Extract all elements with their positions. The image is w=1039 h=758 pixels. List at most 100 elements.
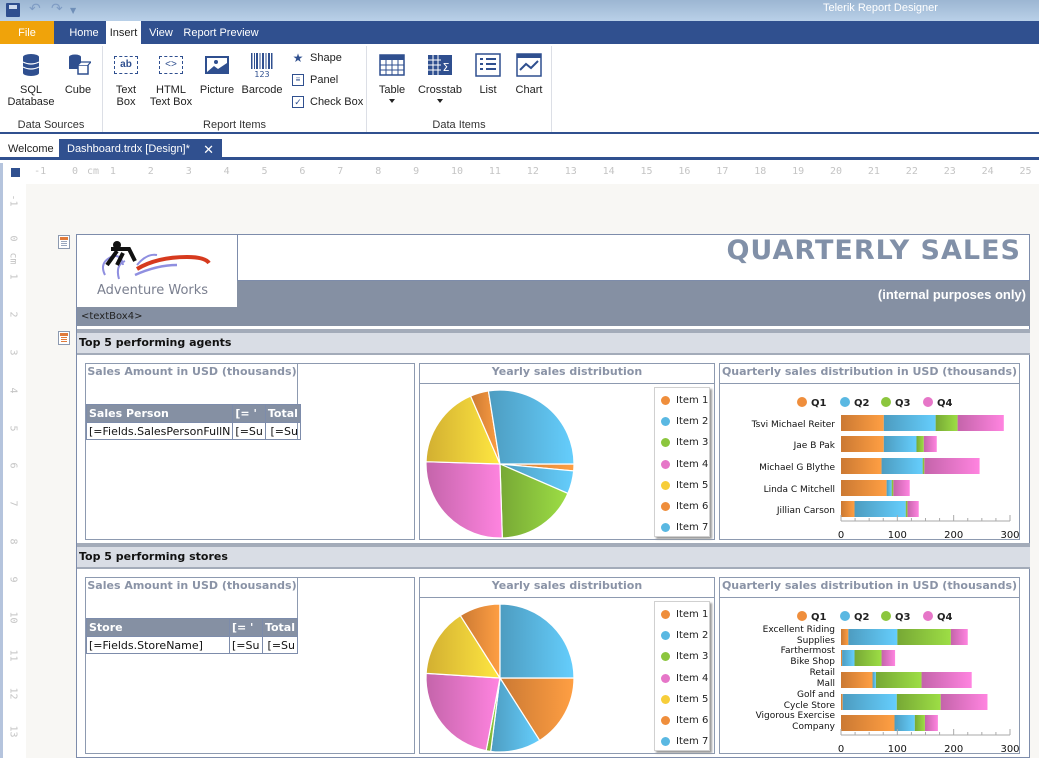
tab-report-preview[interactable]: Report Preview bbox=[181, 21, 261, 44]
x-tick-label: 200 bbox=[944, 744, 963, 754]
panel-label: Panel bbox=[310, 74, 339, 86]
legend-item: Item 6 bbox=[661, 715, 708, 726]
header-band[interactable]: (internal purposes only) bbox=[237, 281, 1030, 307]
table-cell[interactable]: [=Su bbox=[264, 422, 301, 440]
bar-segment-q3 bbox=[891, 480, 894, 496]
chevron-down-icon bbox=[389, 99, 395, 103]
tab-home[interactable]: Home bbox=[64, 21, 104, 44]
legend-marker-icon bbox=[661, 438, 670, 448]
sql-database-button[interactable]: SQL Database bbox=[6, 52, 56, 108]
doc-tab-welcome[interactable]: Welcome bbox=[8, 139, 54, 160]
table-cell[interactable]: [=Fields.StoreName] bbox=[86, 636, 230, 654]
logo-picture[interactable]: Adventure Works bbox=[77, 235, 237, 307]
col-header[interactable]: Total bbox=[264, 404, 301, 423]
save-icon[interactable] bbox=[6, 3, 20, 17]
col-header[interactable]: [= ' bbox=[228, 618, 263, 637]
customize-quick-access-icon[interactable]: ▼ bbox=[70, 6, 76, 15]
legend-marker-icon bbox=[661, 737, 670, 747]
bar-segment-q2 bbox=[881, 458, 923, 474]
cube-icon bbox=[69, 54, 91, 75]
category-label: Linda C Mitchell bbox=[764, 485, 835, 495]
category-label: Mall bbox=[817, 679, 835, 689]
html-text-box-button[interactable]: <> HTML Text Box bbox=[148, 52, 194, 108]
group-separator bbox=[551, 46, 552, 132]
ruler-tick-label: 2 bbox=[147, 166, 154, 177]
bar-plot: Q1 Q2 Q3 Q4 Excellent RidingSuppliesFartherm… bbox=[756, 611, 1020, 754]
tab-file[interactable]: File bbox=[0, 21, 54, 44]
bar-segment-q4 bbox=[907, 501, 919, 517]
tab-view[interactable]: View bbox=[145, 21, 177, 44]
bar-plot: Q1 Q2 Q3 Q4 Tsvi Michael Reiter Jae B Pak Mich… bbox=[751, 397, 1020, 540]
shape-button[interactable]: ★ Shape bbox=[292, 52, 342, 64]
legend-marker-icon bbox=[840, 397, 850, 407]
list-button[interactable]: List bbox=[472, 52, 504, 96]
store-table-panel[interactable]: Sales Amount in USD (thousands) Store [=… bbox=[85, 577, 415, 754]
table-cell[interactable]: [=Fields.SalesPersonFullN bbox=[85, 422, 234, 440]
pie-chart-agents[interactable]: Yearly sales distribution Item 1 Item 2 It… bbox=[419, 363, 715, 540]
ruler-tick-label: 14 bbox=[602, 166, 615, 177]
chart-title: Quarterly sales distribution in USD (tho… bbox=[721, 579, 1018, 592]
ruler-tick-label: 8 bbox=[375, 166, 382, 177]
store-table[interactable]: Store [= ' Total [=Fields.StoreName] [=S… bbox=[86, 618, 299, 654]
bar-chart-stores[interactable]: Quarterly sales distribution in USD (tho… bbox=[719, 577, 1020, 754]
pie-chart-stores[interactable]: Yearly sales distribution Item 1 Item 2 It… bbox=[419, 577, 715, 754]
table-cell[interactable]: [=Su bbox=[261, 636, 299, 654]
barcode-button[interactable]: 123 Barcode bbox=[240, 52, 284, 96]
detail-section-icon[interactable] bbox=[58, 331, 70, 345]
adventure-works-logo-icon bbox=[102, 241, 211, 280]
x-tick-label: 300 bbox=[1000, 744, 1019, 754]
close-icon[interactable]: ✕ bbox=[203, 139, 214, 160]
ruler-corner-icon[interactable] bbox=[11, 168, 20, 177]
legend-item: Item 1 bbox=[661, 395, 708, 406]
section-header-agents[interactable]: Top 5 performing agents bbox=[77, 329, 1030, 355]
bar-segment-q2 bbox=[894, 715, 915, 731]
textbox4[interactable]: <textBox4> bbox=[77, 307, 1030, 326]
panel-button[interactable]: ≡ Panel bbox=[292, 74, 338, 86]
legend-marker-icon bbox=[797, 611, 807, 621]
chart-button[interactable]: Chart bbox=[512, 52, 546, 96]
table-cell[interactable]: [=Su bbox=[228, 636, 263, 654]
ruler-tick-label: 13 bbox=[7, 725, 19, 738]
category-label: Supplies bbox=[797, 636, 835, 646]
redo-icon[interactable]: ↷ bbox=[51, 1, 63, 17]
sales-person-table[interactable]: Sales Person [= ' Total [=Fields.SalesPe… bbox=[85, 404, 301, 440]
x-tick-label: 100 bbox=[888, 530, 907, 540]
legend-marker-icon bbox=[661, 523, 670, 533]
bar-segment-q3 bbox=[875, 672, 922, 688]
legend-label: Item 4 bbox=[676, 458, 709, 470]
chevron-down-icon bbox=[437, 99, 443, 103]
legend-marker-icon bbox=[661, 631, 670, 641]
legend-item: Item 5 bbox=[661, 694, 708, 705]
report-title-textbox[interactable]: QUARTERLY SALES bbox=[237, 235, 1029, 281]
col-header[interactable]: Sales Person bbox=[85, 404, 234, 423]
doc-tab-dashboard[interactable]: Dashboard.trdx [Design]* ✕ bbox=[59, 139, 222, 160]
ruler-tick-label: 1 bbox=[109, 166, 116, 177]
picture-button[interactable]: Picture bbox=[198, 52, 236, 96]
col-header[interactable]: Total bbox=[261, 618, 299, 637]
section-header-stores[interactable]: Top 5 performing stores bbox=[77, 543, 1030, 569]
col-header[interactable]: Store bbox=[86, 618, 230, 637]
ruler-tick-label: 5 bbox=[261, 166, 268, 177]
cube-button[interactable]: Cube bbox=[62, 52, 94, 96]
col-header[interactable]: [= ' bbox=[232, 404, 266, 423]
crosstab-button[interactable]: Σ Crosstab bbox=[416, 52, 464, 103]
check-box-button[interactable]: ✓ Check Box bbox=[292, 96, 363, 108]
tab-insert[interactable]: Insert bbox=[106, 21, 141, 45]
sql-database-label-2: Database bbox=[7, 96, 55, 108]
text-box-button[interactable]: ab Text Box bbox=[108, 52, 144, 108]
sales-table-panel[interactable]: Sales Amount in USD (thousands) Sales Pe… bbox=[85, 363, 415, 540]
page-header-section-icon[interactable] bbox=[58, 235, 70, 249]
bar-segment-q1 bbox=[841, 436, 884, 452]
table-cell[interactable]: [=Su bbox=[232, 422, 266, 440]
legend-item: Item 1 bbox=[661, 609, 708, 620]
bar-segment-q2 bbox=[848, 629, 898, 645]
legend-marker-icon bbox=[661, 673, 670, 683]
chart-title: Yearly sales distribution bbox=[491, 365, 643, 378]
table-button[interactable]: Table bbox=[374, 52, 410, 103]
bar-segment-q4 bbox=[924, 715, 938, 731]
bar-chart-agents[interactable]: Quarterly sales distribution in USD (tho… bbox=[719, 363, 1020, 540]
ruler-tick-label: 19 bbox=[792, 166, 805, 177]
text-box-label: Text bbox=[115, 84, 137, 96]
undo-icon[interactable]: ↶ bbox=[29, 1, 41, 17]
bar-segment-q3 bbox=[935, 415, 958, 431]
